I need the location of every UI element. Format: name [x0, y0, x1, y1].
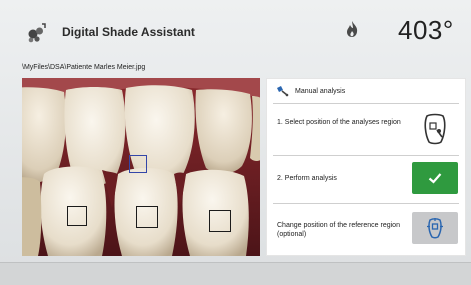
reference-region-marker[interactable] [129, 155, 147, 173]
step-reference-region: Change position of the reference region … [267, 209, 465, 249]
reference-region-icon [427, 218, 443, 239]
tooth-select-icon[interactable] [421, 112, 449, 146]
step2-text: 2. Perform analysis [277, 175, 337, 182]
analysis-region-marker[interactable] [209, 210, 231, 232]
flame-icon [347, 21, 358, 37]
teeth-icon [28, 23, 46, 43]
check-icon [428, 173, 442, 184]
app-title: Digital Shade Assistant [62, 25, 195, 39]
step1-text: 1. Select position of the analyses regio… [277, 119, 401, 126]
step-select-region[interactable]: 1. Select position of the analyses regio… [267, 109, 465, 149]
change-reference-button[interactable] [412, 212, 458, 244]
analysis-region-marker[interactable] [67, 206, 87, 226]
step3-text: Change position of the reference region … [277, 222, 400, 238]
analysis-panel: Manual analysis 1. Select position of th… [266, 78, 466, 256]
tooth-brush-icon [277, 86, 289, 97]
tooth-photo[interactable] [22, 78, 260, 256]
step-perform-analysis: 2. Perform analysis [267, 161, 465, 197]
mode-label: Manual analysis [295, 88, 346, 95]
perform-analysis-button[interactable] [412, 162, 458, 194]
mode-row[interactable]: Manual analysis [267, 79, 465, 103]
bottom-bar [0, 262, 471, 285]
analysis-region-marker[interactable] [136, 206, 158, 228]
temperature-readout: 403° [398, 15, 454, 45]
file-path: \MyFiles\DSA\Patiente Marles Meier.jpg [22, 64, 146, 71]
app-window: Digital Shade Assistant 403° \MyFiles\DS… [0, 0, 471, 285]
